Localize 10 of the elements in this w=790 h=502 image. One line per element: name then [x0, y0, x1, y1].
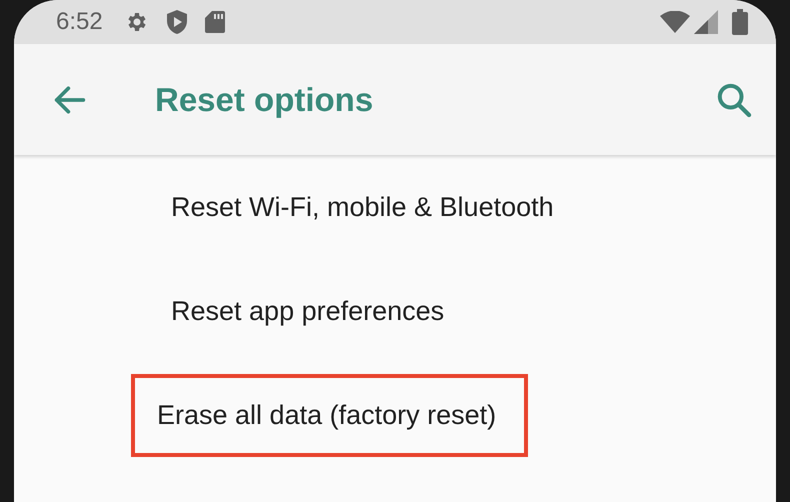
menu-item[interactable]: Reset Wi-Fi, mobile & Bluetooth — [155, 166, 570, 248]
highlighted-menu-item[interactable]: Erase all data (factory reset) — [131, 374, 528, 456]
status-time: 6:52 — [56, 8, 103, 36]
signal-icon — [694, 10, 718, 34]
sd-card-icon — [204, 10, 225, 34]
battery-icon — [732, 9, 748, 35]
menu-item[interactable]: Reset app preferences — [155, 270, 460, 352]
shield-play-icon — [164, 9, 189, 35]
screen-title: Reset options — [155, 80, 374, 118]
wifi-icon — [660, 11, 690, 33]
